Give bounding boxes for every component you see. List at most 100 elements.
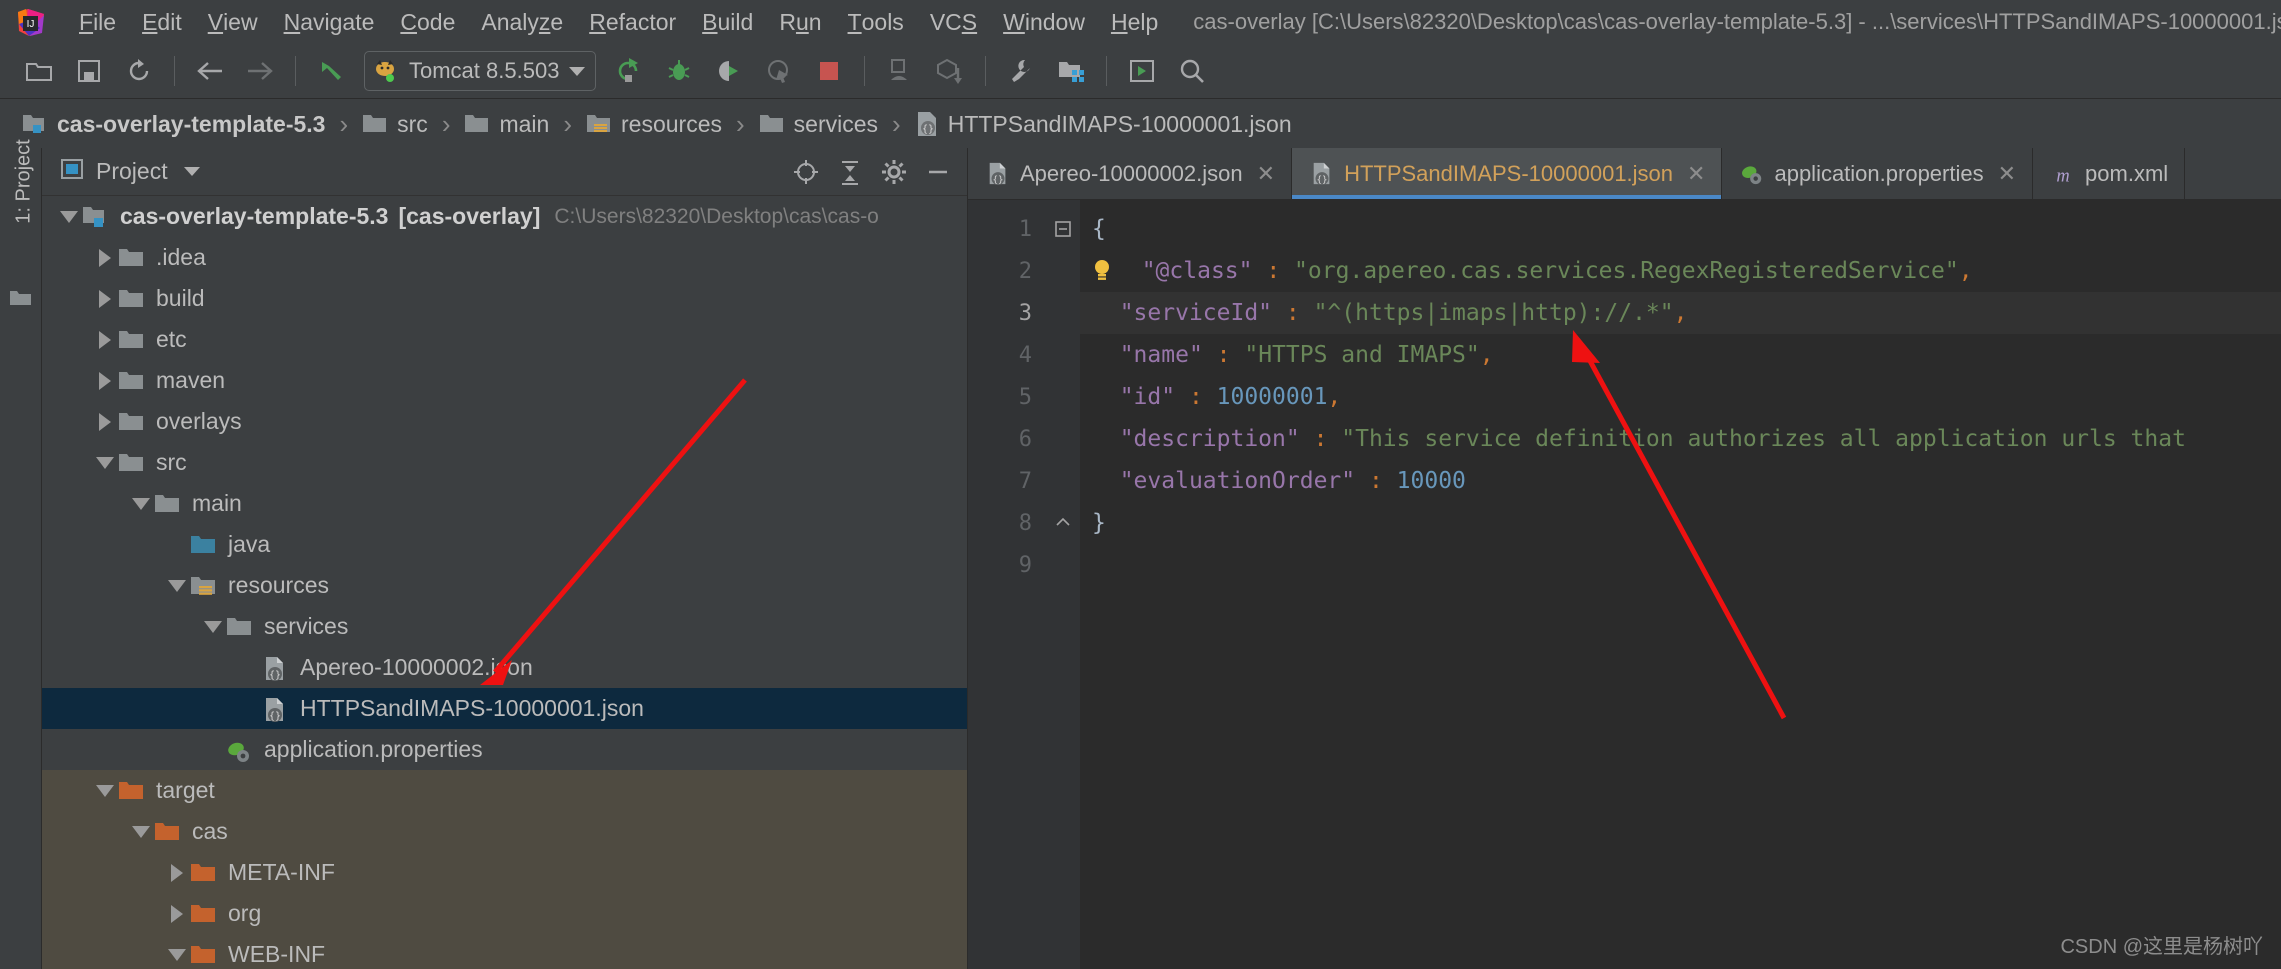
menu-item-refactor[interactable]: Refactor [576,0,689,44]
tree-row-etc[interactable]: etc [42,319,967,360]
menu-item-edit[interactable]: Edit [129,0,195,44]
twisty-down-icon[interactable] [92,456,118,469]
profiler-icon[interactable] [758,50,800,92]
run-configuration-selector[interactable]: Tomcat 8.5.503 [364,51,597,91]
twisty-right-icon[interactable] [92,371,118,390]
line-number[interactable]: 8 [968,502,1046,544]
save-all-icon[interactable] [68,50,110,92]
code-editor[interactable]: 123456789 { "@class" : "org.apereo.cas.s… [968,200,2281,969]
breadcrumb-item-5[interactable]: {} HTTPSandIMAPS-10000001.json [915,111,1292,138]
back-icon[interactable] [189,50,231,92]
twisty-down-icon[interactable] [128,825,154,838]
twisty-down-icon[interactable] [164,948,190,961]
line-number[interactable]: 1 [968,208,1046,250]
forward-icon[interactable] [239,50,281,92]
search-icon[interactable] [1171,50,1213,92]
menu-item-view[interactable]: View [195,0,271,44]
fold-start-icon[interactable] [1046,208,1080,250]
menu-item-window[interactable]: Window [990,0,1098,44]
locate-icon[interactable] [787,153,825,191]
menu-item-analyze[interactable]: Analy z e [468,0,576,44]
tree-row-overlays[interactable]: overlays [42,401,967,442]
twisty-right-icon[interactable] [92,248,118,267]
code-line-2[interactable]: "@class" : "org.apereo.cas.services.Rege… [1080,250,2281,292]
settings-icon[interactable] [1000,50,1042,92]
code-line-1[interactable]: { [1080,208,2281,250]
tree-row-maven[interactable]: maven [42,360,967,401]
debug-icon[interactable] [658,50,700,92]
code-line-4[interactable]: "name" : "HTTPS and IMAPS", [1080,334,2281,376]
structure-icon[interactable] [9,288,33,308]
menu-item-run[interactable]: Run [766,0,834,44]
close-icon[interactable]: ✕ [1257,161,1275,187]
twisty-down-icon[interactable] [200,620,226,633]
twisty-right-icon[interactable] [164,904,190,923]
breadcrumb-item-3[interactable]: resources [586,111,722,138]
open-project-icon[interactable] [18,50,60,92]
tree-row-main[interactable]: main [42,483,967,524]
menu-item-help[interactable]: Help [1098,0,1171,44]
tree-row-web-inf[interactable]: WEB-INF [42,934,967,969]
intention-bulb-icon[interactable] [1092,258,1112,284]
menu-item-file[interactable]: File [66,0,129,44]
run-coverage-icon[interactable] [708,50,750,92]
chevron-down-icon[interactable] [569,66,586,76]
fold-end-icon[interactable] [1046,502,1080,544]
build-icon[interactable] [310,50,352,92]
stripe-button-project[interactable]: 1: Project [13,122,36,242]
twisty-down-icon[interactable] [56,210,82,223]
twisty-right-icon[interactable] [92,412,118,431]
menu-item-tools[interactable]: Tools [835,0,917,44]
tree-row-httpsandimaps-10000001-json[interactable]: {} HTTPSandIMAPS-10000001.json [42,688,967,729]
menu-item-navigate[interactable]: Navigate [271,0,388,44]
editor-tab-apereo-10000002-json[interactable]: {} Apereo-10000002.json ✕ [968,148,1293,199]
line-number[interactable]: 9 [968,544,1046,586]
breadcrumb-item-1[interactable]: src [362,111,428,138]
redeploy-icon[interactable] [929,50,971,92]
tree-row--idea[interactable]: .idea [42,237,967,278]
tree-row-src[interactable]: src [42,442,967,483]
line-number[interactable]: 6 [968,418,1046,460]
terminal-icon[interactable] [1121,50,1163,92]
tree-row-resources[interactable]: resources [42,565,967,606]
code-line-3[interactable]: "serviceId" : "^(https|imaps|http)://.*"… [1080,292,2281,334]
line-number[interactable]: 2 [968,250,1046,292]
code-content[interactable]: { "@class" : "org.apereo.cas.services.Re… [1080,200,2281,969]
sync-icon[interactable] [118,50,160,92]
close-icon[interactable]: ✕ [1687,161,1705,187]
fold-gutter[interactable] [1046,200,1080,969]
menu-item-code[interactable]: Code [387,0,468,44]
twisty-down-icon[interactable] [128,497,154,510]
breadcrumb-item-4[interactable]: services [759,111,878,138]
run-icon[interactable] [608,50,650,92]
twisty-right-icon[interactable] [92,330,118,349]
code-line-9[interactable] [1080,544,2281,586]
breadcrumb-item-2[interactable]: main [464,111,549,138]
twisty-down-icon[interactable] [92,784,118,797]
code-line-7[interactable]: "evaluationOrder" : 10000 [1080,460,2281,502]
editor-tab-pom-xml[interactable]: m pom.xml [2033,148,2186,199]
breadcrumb-item-0[interactable]: cas-overlay-template-5.3 [22,111,325,138]
line-number[interactable]: 7 [968,460,1046,502]
update-app-icon[interactable] [879,50,921,92]
line-number[interactable]: 3 [968,292,1046,334]
code-line-8[interactable]: } [1080,502,2281,544]
tree-row-apereo-10000002-json[interactable]: {} Apereo-10000002.json [42,647,967,688]
tree-row-services[interactable]: services [42,606,967,647]
stop-icon[interactable] [808,50,850,92]
tree-row-org[interactable]: org [42,893,967,934]
collapse-all-icon[interactable] [831,153,869,191]
line-number[interactable]: 5 [968,376,1046,418]
editor-tab-application-properties[interactable]: application.properties ✕ [1722,148,2034,199]
line-number[interactable]: 4 [968,334,1046,376]
chevron-down-icon[interactable] [183,167,200,176]
menu-item-build[interactable]: Build [689,0,766,44]
tree-row-meta-inf[interactable]: META-INF [42,852,967,893]
twisty-down-icon[interactable] [164,579,190,592]
project-structure-icon[interactable] [1050,50,1092,92]
tree-row-target[interactable]: target [42,770,967,811]
twisty-right-icon[interactable] [92,289,118,308]
hide-icon[interactable] [919,153,957,191]
gear-icon[interactable] [875,153,913,191]
twisty-right-icon[interactable] [164,863,190,882]
